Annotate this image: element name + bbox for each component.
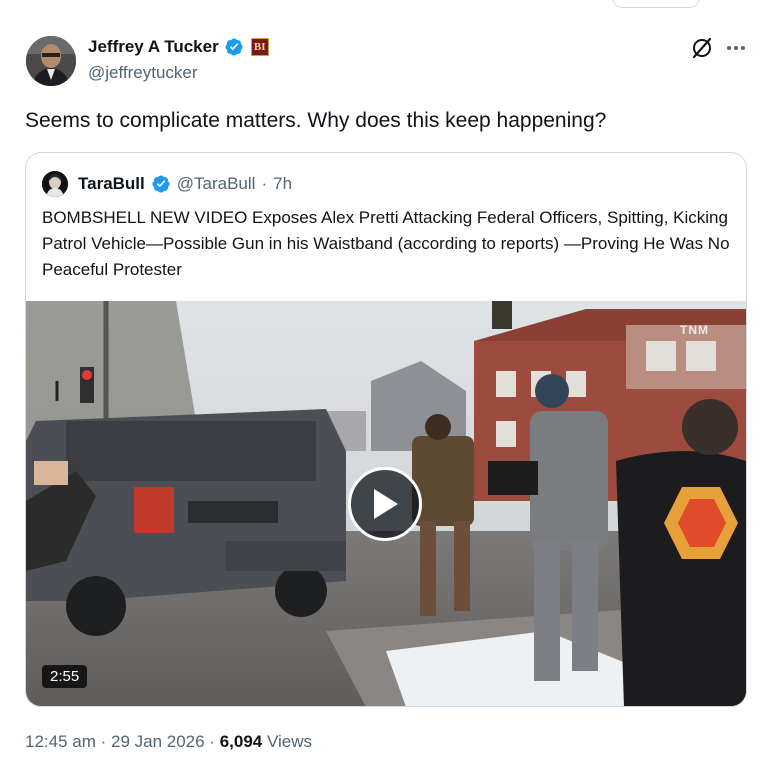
quoted-avatar[interactable] bbox=[42, 171, 68, 197]
tweet-time[interactable]: 12:45 am bbox=[25, 732, 96, 751]
meta-separator: · bbox=[95, 732, 111, 751]
verified-badge-icon bbox=[225, 38, 243, 56]
views-count: 6,094 bbox=[219, 732, 263, 751]
grok-icon[interactable] bbox=[690, 36, 714, 60]
video-player[interactable]: TNM 2:55 bbox=[26, 301, 746, 706]
quoted-separator: · bbox=[261, 174, 268, 193]
top-partial-button[interactable] bbox=[612, 0, 700, 8]
quoted-name[interactable]: TaraBull bbox=[78, 174, 145, 194]
play-button[interactable] bbox=[348, 467, 422, 541]
author-name-text: Jeffrey A Tucker bbox=[88, 37, 219, 56]
video-watermark: TNM bbox=[680, 323, 709, 337]
quoted-text: BOMBSHELL NEW VIDEO Exposes Alex Pretti … bbox=[42, 208, 730, 279]
verified-badge-icon bbox=[152, 175, 170, 193]
quoted-time[interactable]: 7h bbox=[273, 174, 292, 194]
author-name[interactable]: Jeffrey A Tucker BI bbox=[88, 37, 269, 57]
tweet-date[interactable]: 29 Jan 2026 bbox=[111, 732, 205, 751]
video-duration: 2:55 bbox=[42, 665, 88, 688]
affiliation-badge-icon[interactable]: BI bbox=[250, 38, 269, 56]
author-handle[interactable]: @jeffreytucker bbox=[88, 63, 198, 83]
avatar[interactable] bbox=[26, 36, 76, 86]
quoted-header: TaraBull @TaraBull · 7h bbox=[42, 171, 292, 197]
more-icon[interactable] bbox=[724, 36, 748, 60]
play-icon bbox=[374, 489, 398, 519]
tweet-text: Seems to complicate matters. Why does th… bbox=[25, 109, 607, 132]
meta-separator: · bbox=[204, 732, 220, 751]
tweet-meta: 12:45 am · 29 Jan 2026 · 6,094 Views bbox=[25, 732, 312, 752]
quoted-handle[interactable]: @TaraBull bbox=[177, 174, 256, 194]
views-label: Views bbox=[262, 732, 313, 751]
quoted-tweet[interactable]: TaraBull @TaraBull · 7h BOMBSHELL NEW VI… bbox=[25, 152, 747, 707]
